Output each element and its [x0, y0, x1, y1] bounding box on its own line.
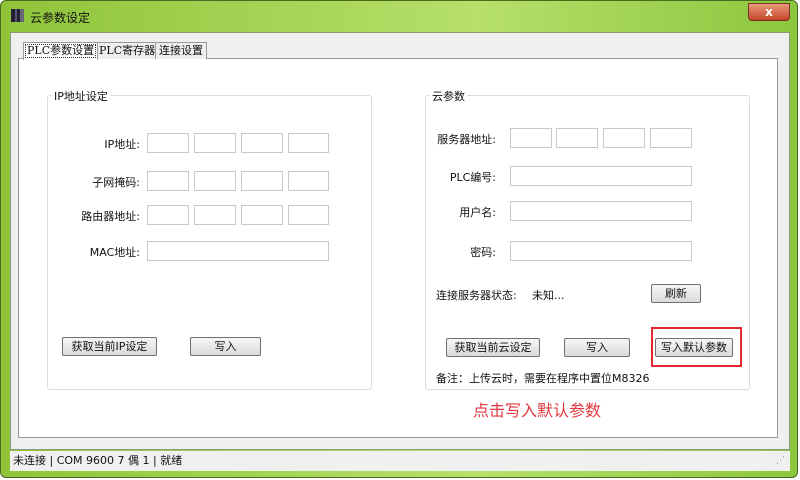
gateway-octet-2[interactable]: [194, 205, 236, 225]
ip-octet-2[interactable]: [194, 133, 236, 153]
gateway-octet-1[interactable]: [147, 205, 189, 225]
status-label: 连接服务器状态:: [436, 289, 517, 302]
user-label: 用户名:: [459, 206, 496, 219]
annotation-text: 点击写入默认参数: [473, 401, 602, 420]
status-bar: 未连接 | COM 9600 7 偶 1 | 就绪: [10, 451, 790, 471]
ip-octet-3[interactable]: [241, 133, 283, 153]
server-octet-4[interactable]: [650, 128, 692, 148]
ip-octet-4[interactable]: [288, 133, 329, 153]
gateway-label: 路由器地址:: [81, 210, 140, 223]
window-title: 云参数设定: [30, 11, 91, 25]
mask-octet-1[interactable]: [147, 171, 189, 191]
plc-id-input[interactable]: [510, 166, 692, 186]
mask-octet-3[interactable]: [241, 171, 283, 191]
close-button[interactable]: x: [748, 3, 790, 21]
highlight-box: [651, 327, 742, 367]
get-ip-settings-button[interactable]: 获取当前IP设定: [62, 337, 157, 356]
mac-label: MAC地址:: [89, 246, 140, 259]
username-input[interactable]: [510, 201, 692, 221]
password-input[interactable]: [510, 241, 692, 261]
mask-octet-2[interactable]: [194, 171, 236, 191]
password-label: 密码:: [470, 246, 496, 259]
ip-octet-1[interactable]: [147, 133, 189, 153]
tab-plc-registers[interactable]: PLC寄存器: [95, 42, 160, 59]
status-value: 未知...: [532, 289, 565, 302]
note-text: 备注：上传云时，需要在程序中置位M8326: [436, 372, 650, 385]
write-cloud-button[interactable]: 写入: [564, 338, 630, 357]
mask-label: 子网掩码:: [92, 176, 140, 189]
mask-octet-4[interactable]: [288, 171, 329, 191]
server-octet-3[interactable]: [603, 128, 645, 148]
mac-input[interactable]: [147, 241, 329, 261]
plc-id-label: PLC编号:: [449, 171, 496, 184]
gateway-octet-4[interactable]: [288, 205, 329, 225]
write-ip-button[interactable]: 写入: [190, 337, 261, 356]
server-octet-1[interactable]: [510, 128, 552, 148]
ip-group-title: IP地址设定: [52, 88, 110, 104]
server-octet-2[interactable]: [556, 128, 598, 148]
refresh-button[interactable]: 刷新: [651, 284, 701, 303]
cloud-group-title: 云参数: [430, 88, 467, 104]
gateway-octet-3[interactable]: [241, 205, 283, 225]
resize-grip-icon[interactable]: ⋰: [776, 456, 785, 466]
server-label: 服务器地址:: [437, 133, 496, 146]
ip-label: IP地址:: [104, 138, 140, 151]
tab-connection[interactable]: 连接设置: [155, 42, 207, 59]
tab-plc-params[interactable]: PLC参数设置: [23, 42, 99, 60]
app-icon: [11, 9, 24, 22]
get-cloud-settings-button[interactable]: 获取当前云设定: [446, 338, 540, 357]
